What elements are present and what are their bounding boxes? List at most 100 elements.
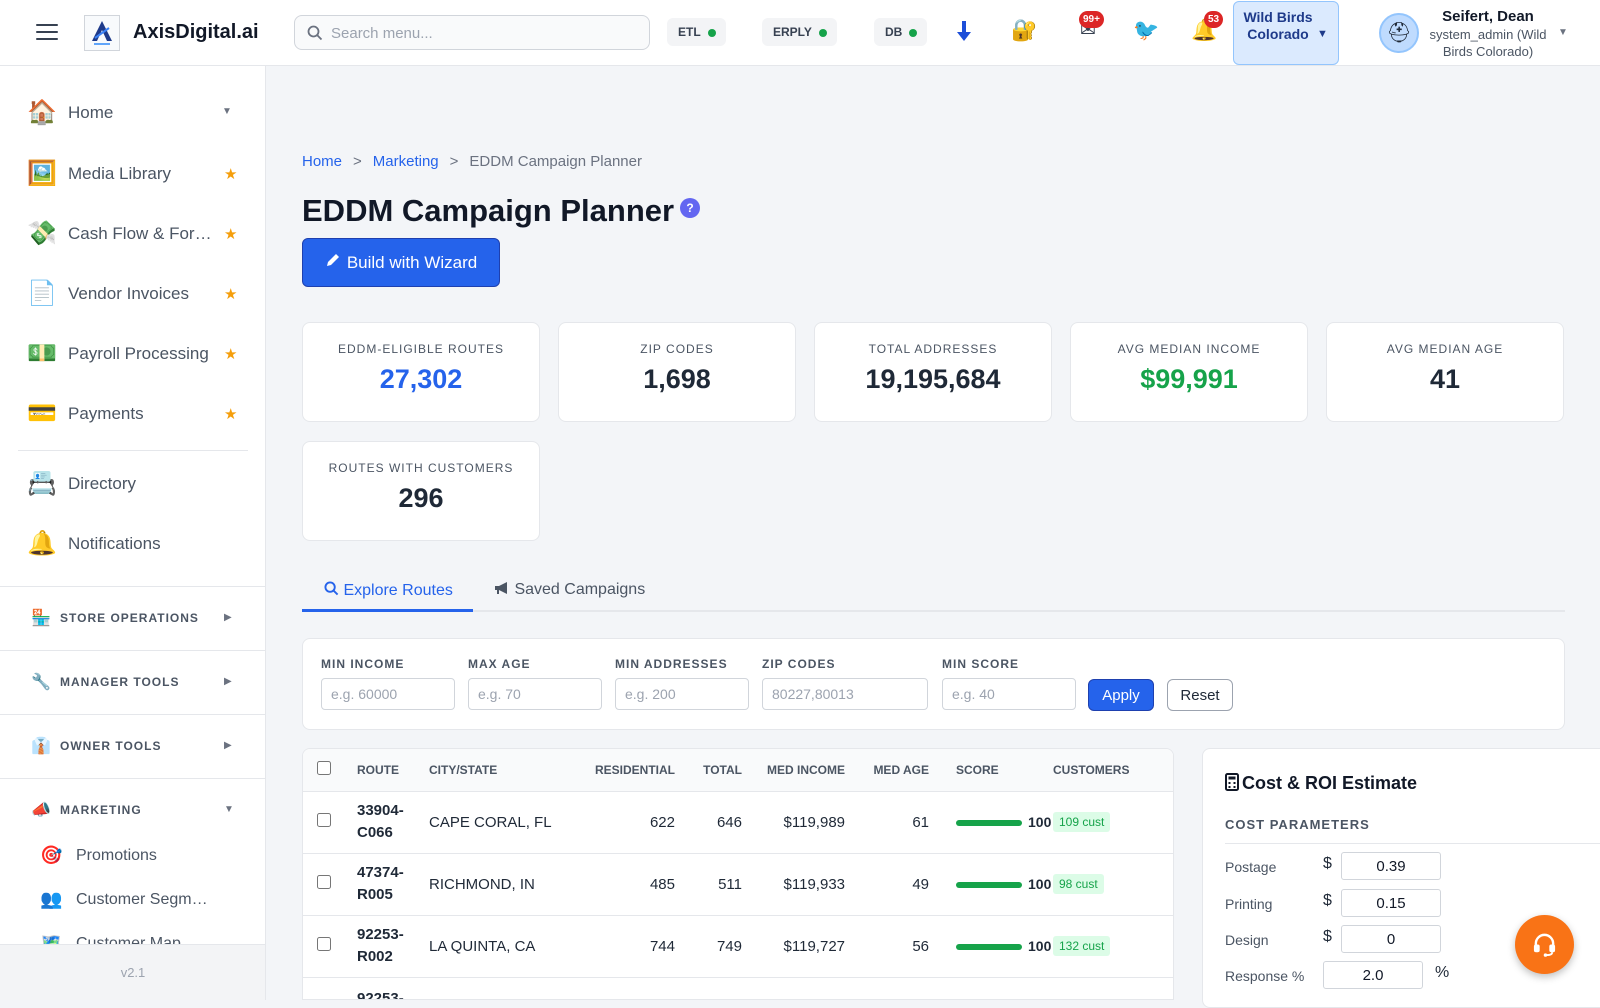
column-header-med-age[interactable]: MED AGE [845, 749, 929, 792]
reset-button[interactable]: Reset [1167, 679, 1233, 711]
route-id: C066 [357, 824, 393, 841]
apply-button[interactable]: Apply [1088, 679, 1154, 711]
stat-value: 27,302 [379, 364, 463, 394]
sidebar-item-directory[interactable]: 📇 Directory [0, 459, 265, 509]
postage-input[interactable] [1341, 852, 1441, 880]
build-with-wizard-button[interactable]: Build with Wizard [302, 238, 500, 287]
breadcrumb-marketing[interactable]: Marketing [373, 153, 439, 170]
breadcrumb: Home > Marketing > EDDM Campaign Planner [302, 153, 642, 170]
filter-label: MIN SCORE [942, 657, 1020, 671]
table-row[interactable]: 92253- R002 LA QUINTA, CA 744 749 $119,72… [303, 915, 1173, 978]
breadcrumb-home[interactable]: Home [302, 153, 342, 170]
column-header-city-state[interactable]: CITY/STATE [429, 749, 579, 792]
people-icon: 👥 [40, 889, 63, 909]
sidebar-item-label: Vendor Invoices [68, 284, 189, 303]
chevron-down-icon[interactable]: ▼ [1558, 27, 1568, 38]
sidebar-item-home[interactable]: 🏠 Home ▼ [0, 88, 265, 138]
row-checkbox[interactable] [317, 937, 331, 951]
sidebar-item-vendor-invoices[interactable]: 📄 Vendor Invoices ★ [0, 269, 265, 319]
favorite-star-icon[interactable]: ★ [224, 225, 237, 243]
tab-explore-routes[interactable]: Explore Routes [302, 570, 473, 612]
search-input[interactable] [331, 22, 631, 44]
card-index-icon: 📇 [27, 470, 57, 497]
min-addresses-input[interactable] [615, 678, 749, 710]
table-row[interactable]: 33904- C066 CAPE CORAL, FL 622 646 $119,9… [303, 791, 1173, 854]
tab-saved-campaigns[interactable]: Saved Campaigns [494, 570, 664, 612]
favorite-star-icon[interactable]: ★ [224, 345, 237, 363]
breadcrumb-separator: > [449, 153, 459, 170]
status-dot-icon [909, 29, 918, 37]
stat-card-avg-median-age: AVG MEDIAN AGE 41 [1326, 322, 1564, 422]
hamburger-menu-icon[interactable] [36, 24, 58, 40]
help-icon[interactable]: ? [680, 198, 700, 218]
brand-name[interactable]: AxisDigital.ai [133, 21, 259, 44]
min-income-input[interactable] [321, 678, 455, 710]
favorite-star-icon[interactable]: ★ [224, 165, 237, 183]
version-label: v2.1 [0, 944, 265, 1000]
bird-icon[interactable]: 🐦 [1133, 19, 1159, 43]
table-row[interactable]: 92253- [303, 977, 1173, 999]
store-selector[interactable]: Wild Birds Colorado ▼ [1233, 1, 1339, 65]
sidebar-section-label: MANAGER TOOLS [60, 675, 180, 689]
erply-status-pill[interactable]: ERPLY [762, 18, 837, 46]
row-checkbox[interactable] [317, 813, 331, 827]
score-bar [956, 881, 1022, 888]
column-header-score[interactable]: SCORE [929, 749, 1053, 792]
table-row[interactable]: 47374- R005 RICHMOND, IN 485 511 $119,933… [303, 853, 1173, 916]
sidebar-item-label: Customer Segm… [76, 891, 208, 908]
printing-input[interactable] [1341, 889, 1441, 917]
sidebar-item-payments[interactable]: 💳 Payments ★ [0, 389, 265, 439]
chevron-down-icon: ▼ [1317, 28, 1328, 40]
user-name[interactable]: Seifert, Dean [1420, 8, 1556, 25]
sidebar-section-owner-tools[interactable]: 👔 OWNER TOOLS ▶ [0, 714, 265, 776]
row-checkbox[interactable] [317, 875, 331, 889]
favorite-star-icon[interactable]: ★ [224, 405, 237, 423]
person-suit-icon: 👔 [31, 738, 51, 755]
column-header-route[interactable]: ROUTE [357, 749, 429, 792]
design-input[interactable] [1341, 925, 1441, 953]
min-score-input[interactable] [942, 678, 1076, 710]
route-id: 92253- [357, 926, 404, 943]
pencil-icon [325, 252, 341, 273]
sidebar-item-customer-segments[interactable]: 👥 Customer Segm… [0, 880, 265, 920]
med-income: $119,989 [742, 791, 845, 854]
status-dot-icon [707, 29, 716, 37]
sidebar-item-cash-flow[interactable]: 💸 Cash Flow & For… ★ [0, 209, 265, 259]
etl-status-pill[interactable]: ETL [667, 18, 726, 46]
db-status-pill[interactable]: DB [874, 18, 928, 46]
status-dot-icon [818, 29, 827, 37]
sidebar-item-media-library[interactable]: 🖼️ Media Library ★ [0, 149, 265, 199]
filter-panel: MIN INCOME MAX AGE MIN ADDRESSES ZIP COD… [302, 638, 1565, 730]
chevron-right-icon: ▶ [224, 612, 232, 623]
stat-card-avg-median-income: AVG MEDIAN INCOME $99,991 [1070, 322, 1308, 422]
axisdigital-logo-icon[interactable] [84, 15, 120, 51]
bell-badge: 53 [1204, 11, 1224, 28]
sidebar-item-payroll-processing[interactable]: 💵 Payroll Processing ★ [0, 329, 265, 379]
search-box[interactable] [294, 15, 650, 50]
search-icon [307, 25, 323, 41]
select-all-checkbox[interactable] [317, 761, 331, 776]
max-age-input[interactable] [468, 678, 602, 710]
column-header-residential[interactable]: RESIDENTIAL [579, 749, 675, 792]
favorite-star-icon[interactable]: ★ [224, 285, 237, 303]
sidebar-section-store-operations[interactable]: 🏪 STORE OPERATIONS ▶ [0, 586, 265, 648]
sidebar-item-notifications[interactable]: 🔔 Notifications [0, 519, 265, 569]
currency-symbol: $ [1323, 855, 1332, 872]
sidebar-section-manager-tools[interactable]: 🔧 MANAGER TOOLS ▶ [0, 650, 265, 712]
column-header-customers[interactable]: CUSTOMERS [1053, 749, 1173, 792]
support-chat-button[interactable] [1515, 915, 1574, 974]
sidebar-section-marketing[interactable]: 📣 MARKETING ▼ [0, 778, 265, 840]
breadcrumb-current: EDDM Campaign Planner [469, 153, 642, 170]
lock-key-icon[interactable]: 🔐 [1011, 19, 1037, 43]
stat-value: 1,698 [643, 364, 711, 394]
residential: 622 [579, 791, 675, 854]
med-age: 56 [845, 915, 929, 978]
avatar[interactable]: ⛑ [1379, 13, 1419, 53]
zip-codes-input[interactable] [762, 678, 928, 710]
sidebar-item-promotions[interactable]: 🎯 Promotions [0, 836, 265, 876]
column-header-total[interactable]: TOTAL [675, 749, 742, 792]
headset-icon [1533, 933, 1556, 957]
column-header-med-income[interactable]: MED INCOME [742, 749, 845, 792]
download-arrow-icon[interactable] [955, 19, 973, 49]
response-rate-input[interactable] [1323, 961, 1423, 989]
